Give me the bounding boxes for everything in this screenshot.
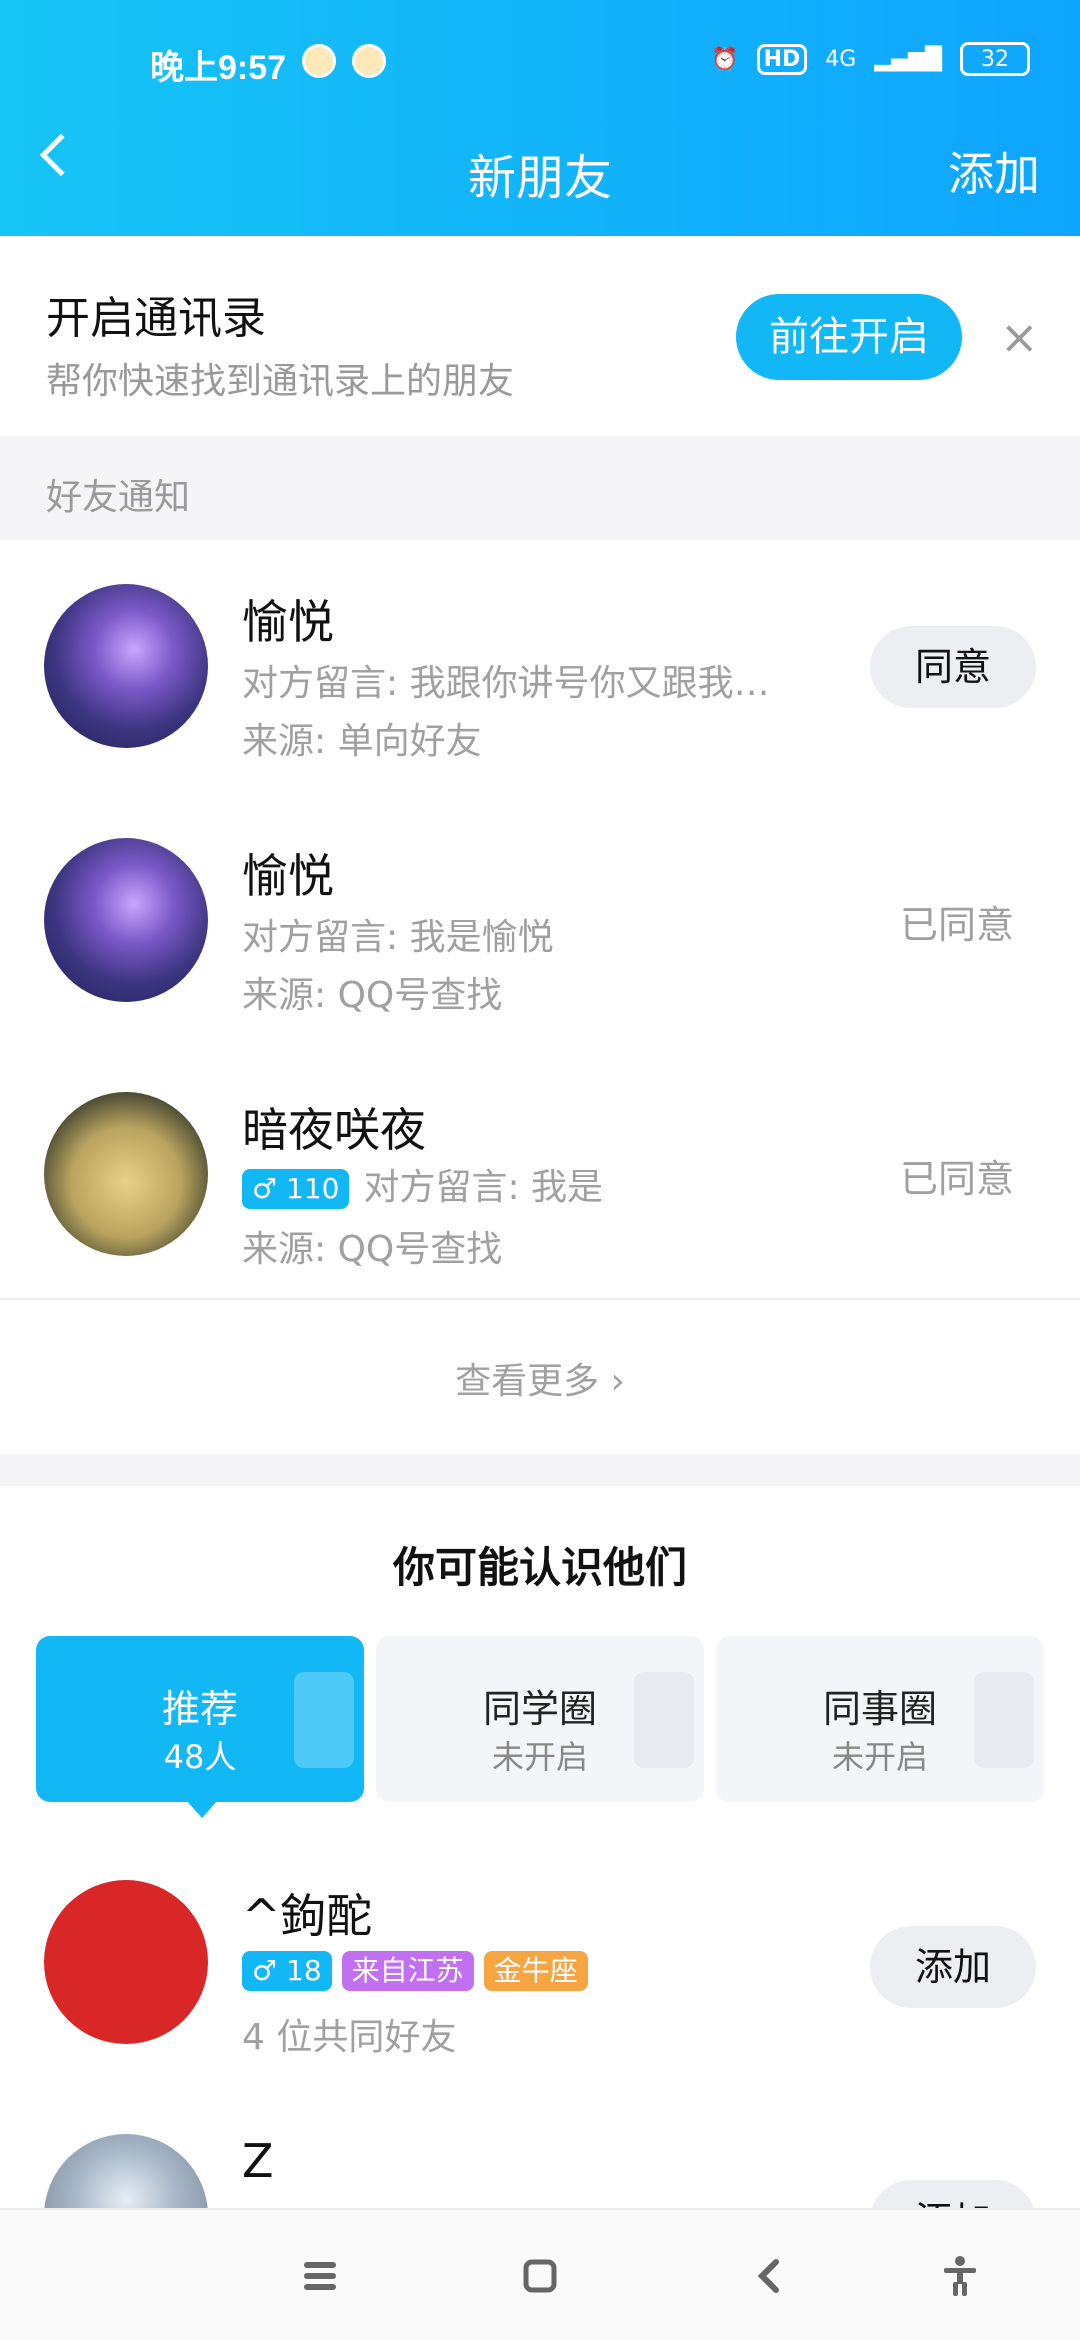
promo-subtitle: 帮你快速找到通讯录上的朋友: [46, 361, 515, 402]
tag-line: ♂ 18 来自江苏 金牛座: [242, 1948, 598, 1991]
card-title: 同学圈: [482, 1687, 597, 1731]
card-title: 推荐: [161, 1687, 238, 1731]
add-friend-button[interactable]: 添加: [870, 1926, 1036, 2008]
mutual-friends: 4 位共同好友: [242, 2017, 457, 2058]
section-label: 好友通知: [46, 477, 191, 518]
agreed-status: 已同意: [900, 903, 1015, 947]
request-message-line: ♂ 110 对方留言: 我是: [242, 1158, 603, 1210]
active-tab-pointer: [186, 1800, 218, 1818]
back-icon[interactable]: [748, 2254, 792, 2298]
tab-recommend[interactable]: 推荐 48人: [36, 1636, 364, 1802]
avatar[interactable]: [44, 1092, 208, 1256]
status-time: 晚上9:57: [150, 49, 287, 87]
avatar[interactable]: [44, 2134, 208, 2208]
card-subtitle: 48人: [163, 1738, 237, 1776]
home-icon[interactable]: [518, 2254, 562, 2298]
requester-name: 愉悦: [242, 849, 334, 903]
suggested-friend-row[interactable]: ^鉤酡 ♂ 18 来自江苏 金牛座 4 位共同好友 添加: [0, 1844, 1080, 2098]
requester-name: 暗夜咲夜: [242, 1103, 426, 1157]
card-title: 同事圈: [822, 1687, 937, 1731]
promo-title: 开启通讯录: [46, 293, 266, 344]
avatar[interactable]: [44, 838, 208, 1002]
app-notification-icon: [352, 44, 386, 78]
avatar[interactable]: [44, 1880, 208, 2044]
friend-request-row[interactable]: 愉悦 对方留言: 我是愉悦 来源: QQ号查找 已同意: [0, 794, 1080, 1048]
add-button[interactable]: 添加: [948, 138, 1040, 204]
battery-icon: 32: [960, 42, 1030, 76]
card-subtitle: 未开启: [491, 1738, 588, 1776]
avatar[interactable]: [44, 584, 208, 748]
friend-notice-header: 好友通知: [0, 436, 1080, 540]
friend-request-row[interactable]: 愉悦 对方留言: 我跟你讲号你又跟我… 来源: 单向好友 同意: [0, 540, 1080, 794]
friend-request-row[interactable]: 暗夜咲夜 ♂ 110 对方留言: 我是 来源: QQ号查找 已同意: [0, 1048, 1080, 1302]
tab-classmates[interactable]: 同学圈 未开启: [376, 1636, 704, 1802]
gender-age-tag: ♂ 18: [242, 1951, 332, 1991]
close-icon[interactable]: ×: [1000, 310, 1039, 364]
notification-icon: [302, 44, 336, 78]
maybe-know-title: 你可能认识他们: [392, 1543, 687, 1592]
request-message: 对方留言: 我是愉悦: [242, 917, 554, 958]
signal-icon: ▂▄▆█: [874, 46, 942, 72]
system-nav-bar: [0, 2208, 1080, 2340]
view-more-link[interactable]: 查看更多 ›: [0, 1298, 1080, 1454]
request-source: 来源: 单向好友: [242, 721, 482, 762]
agree-button[interactable]: 同意: [870, 626, 1036, 708]
contacts-promo: 开启通讯录 帮你快速找到通讯录上的朋友 前往开启 ×: [0, 236, 1080, 436]
page-title: 新朋友: [467, 150, 612, 206]
agreed-status: 已同意: [900, 1157, 1015, 1201]
suggested-name: ^鉤酡: [242, 1889, 373, 1943]
request-message: 对方留言: 我跟你讲号你又跟我…: [242, 663, 770, 704]
gender-age-tag: ♂ 110: [242, 1169, 350, 1209]
card-subtitle: 未开启: [831, 1738, 928, 1776]
request-message: 对方留言: 我是: [363, 1167, 604, 1208]
add-friend-button[interactable]: 添加: [870, 2180, 1036, 2208]
request-source: 来源: QQ号查找: [242, 1229, 503, 1270]
accessibility-icon[interactable]: [938, 2254, 982, 2298]
suggested-friend-row[interactable]: Z 添加: [0, 2098, 1080, 2208]
location-tag: 来自江苏: [341, 1951, 474, 1991]
menu-icon[interactable]: [298, 2254, 342, 2298]
request-source: 来源: QQ号查找: [242, 975, 503, 1016]
section-divider: [0, 1454, 1080, 1486]
alarm-icon: ⏰: [711, 46, 739, 72]
hd-badge: HD: [756, 43, 808, 75]
requester-name: 愉悦: [242, 595, 334, 649]
status-right: ⏰ HD 4G ▂▄▆█ 32: [711, 42, 1030, 76]
battery-level: 32: [981, 46, 1009, 72]
status-bar: 晚上9:57 ⏰ HD 4G ▂▄▆█ 32: [0, 40, 1080, 90]
view-more-label: 查看更多 ›: [455, 1361, 625, 1402]
suggested-name: Z: [242, 2134, 274, 2188]
tab-colleagues[interactable]: 同事圈 未开启: [716, 1636, 1044, 1802]
app-header: 晚上9:57 ⏰ HD 4G ▂▄▆█ 32 新朋友 添加: [0, 0, 1080, 236]
zodiac-tag: 金牛座: [483, 1951, 588, 1991]
network-label: 4G: [825, 46, 857, 72]
enable-contacts-button[interactable]: 前往开启: [736, 294, 962, 380]
